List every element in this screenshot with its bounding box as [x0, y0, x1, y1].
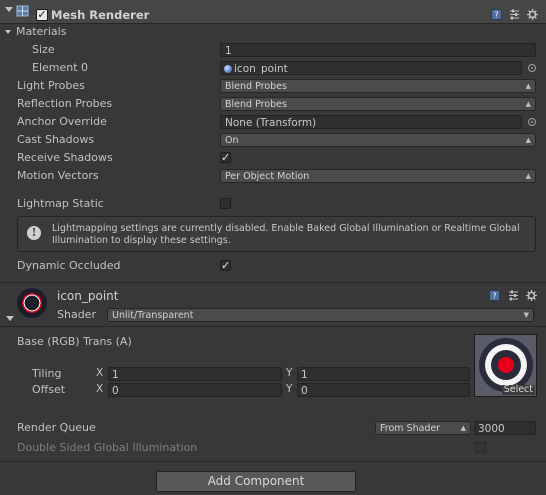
light-probes-label: Light Probes [17, 79, 85, 92]
mesh-renderer-icon [16, 5, 29, 17]
popup-arrow-icon: ▲ [525, 82, 531, 90]
object-picker-icon[interactable] [528, 118, 536, 126]
info-icon: ! [27, 226, 41, 240]
offset-y-field[interactable]: 0 [297, 383, 470, 397]
dynamic-occluded-label: Dynamic Occluded [17, 259, 121, 272]
material-sphere-icon [224, 65, 232, 73]
shader-dropdown[interactable]: Unlit/Transparent ▼ [107, 308, 534, 322]
element0-label: Element 0 [32, 61, 89, 74]
lightmapping-help-box: ! Lightmapping settings are currently di… [17, 216, 536, 252]
cast-shadows-label: Cast Shadows [17, 133, 95, 146]
render-queue-label: Render Queue [17, 421, 96, 434]
object-picker-icon[interactable] [528, 64, 536, 72]
motion-vectors-label: Motion Vectors [17, 169, 99, 182]
tiling-y-axis: Y [286, 367, 293, 379]
help-icon[interactable]: ? [491, 9, 502, 20]
cast-shadows-value: On [225, 135, 239, 146]
motion-vectors-dropdown[interactable]: Per Object Motion ▲ [220, 169, 536, 183]
svg-text:?: ? [494, 11, 498, 20]
anchor-override-field[interactable]: None (Transform) [220, 115, 522, 129]
material-name: icon_point [57, 289, 119, 303]
preset-icon[interactable] [508, 290, 519, 301]
lightmap-static-checkbox[interactable] [220, 198, 231, 209]
footer-separator [0, 461, 546, 462]
receive-shadows-checkbox[interactable]: ✓ [220, 152, 231, 163]
gear-icon[interactable] [527, 9, 538, 20]
lightmap-static-label: Lightmap Static [17, 197, 104, 210]
foldout-arrow-icon[interactable] [5, 7, 13, 12]
component-separator [0, 282, 546, 283]
reflection-probes-value: Blend Probes [225, 99, 287, 110]
element0-field[interactable]: icon_point [220, 61, 522, 75]
base-texture-label: Base (RGB) Trans (A) [17, 335, 132, 348]
foldout-arrow-icon [5, 30, 11, 34]
dynamic-occluded-checkbox[interactable]: ✓ [220, 260, 231, 271]
add-component-button[interactable]: Add Component [156, 471, 356, 492]
shader-label: Shader [57, 308, 96, 321]
reflection-probes-label: Reflection Probes [17, 97, 113, 110]
size-label: Size [32, 43, 55, 56]
materials-foldout[interactable]: Materials [5, 24, 66, 40]
receive-shadows-label: Receive Shadows [17, 151, 113, 164]
motion-vectors-value: Per Object Motion [225, 171, 310, 182]
element0-value: icon_point [234, 63, 288, 75]
materials-label: Materials [16, 25, 67, 38]
texture-select-button[interactable]: Select [501, 385, 535, 395]
tiling-y-field[interactable]: 1 [297, 367, 470, 381]
size-field[interactable]: 1 [220, 43, 536, 57]
tiling-x-axis: X [96, 367, 104, 379]
render-queue-field[interactable]: 3000 [474, 421, 536, 435]
popup-arrow-icon: ▲ [525, 172, 531, 180]
offset-x-axis: X [96, 383, 104, 395]
anchor-override-label: Anchor Override [17, 115, 107, 128]
preset-icon[interactable] [509, 9, 520, 20]
popup-arrow-icon: ▲ [525, 136, 531, 144]
offset-x-field[interactable]: 0 [108, 383, 282, 397]
material-header-separator [0, 326, 546, 327]
popup-arrow-icon: ▼ [523, 311, 529, 319]
double-sided-gi-label: Double Sided Global Illumination [17, 441, 198, 454]
foldout-arrow-icon[interactable] [6, 316, 14, 321]
cast-shadows-dropdown[interactable]: On ▲ [220, 133, 536, 147]
texture-slot[interactable]: Select [474, 334, 537, 397]
component-title: Mesh Renderer [51, 8, 150, 22]
light-probes-value: Blend Probes [225, 81, 287, 92]
reflection-probes-dropdown[interactable]: Blend Probes ▲ [220, 97, 536, 111]
light-probes-dropdown[interactable]: Blend Probes ▲ [220, 79, 536, 93]
offset-y-axis: Y [286, 383, 293, 395]
popup-arrow-icon: ▲ [460, 424, 466, 432]
component-enabled-checkbox[interactable]: ✓ [36, 9, 48, 21]
lightmapping-help-text: Lightmapping settings are currently disa… [52, 223, 520, 246]
tiling-label: Tiling [32, 367, 62, 380]
offset-label: Offset [32, 383, 66, 396]
gear-icon[interactable] [526, 290, 537, 301]
help-icon[interactable]: ? [489, 290, 500, 301]
tiling-x-field[interactable]: 1 [108, 367, 282, 381]
render-queue-mode: From Shader [380, 423, 441, 434]
double-sided-gi-checkbox[interactable] [475, 442, 486, 453]
material-sphere-icon [17, 288, 47, 318]
render-queue-dropdown[interactable]: From Shader ▲ [375, 421, 471, 435]
popup-arrow-icon: ▲ [525, 100, 531, 108]
shader-value: Unlit/Transparent [112, 310, 194, 321]
svg-text:?: ? [492, 292, 496, 301]
